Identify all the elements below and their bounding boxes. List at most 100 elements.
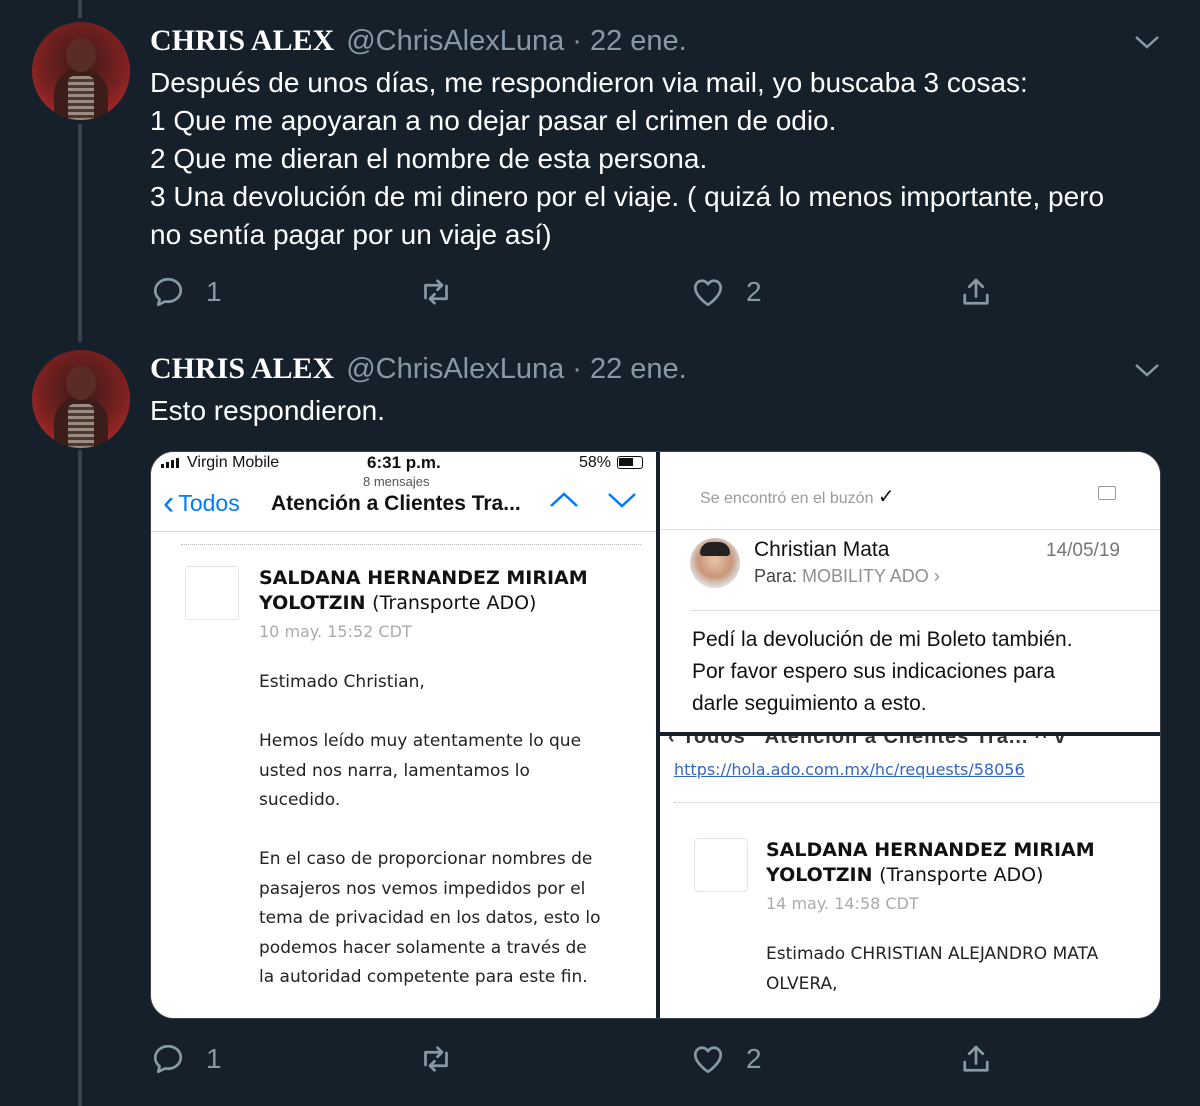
back-button: ‹ Todos	[163, 484, 240, 522]
share-icon	[963, 278, 989, 305]
body-line: Estimado CHRISTIAN ALEJANDRO MATA	[766, 944, 1099, 964]
folder-icon	[1098, 486, 1116, 500]
media-divider-horizontal	[660, 732, 1160, 736]
tweet-line: no sentía pagar por un viaje así)	[150, 219, 552, 250]
like-button[interactable]: 2	[690, 274, 762, 310]
thread-line-middle	[78, 124, 82, 342]
carrier-name: Virgin Mobile	[187, 454, 280, 471]
author-handle[interactable]: @ChrisAlexLuna	[346, 353, 564, 386]
sender-org: (Transporte ADO)	[372, 592, 537, 614]
thread-line-top	[78, 0, 82, 18]
like-button[interactable]: 2	[690, 1041, 762, 1077]
tweet-media[interactable]: Virgin Mobile 6:31 p.m. 58% 8 mensajes ‹…	[150, 451, 1161, 1019]
email-sender: Christian Mata	[754, 538, 890, 561]
tweet-line: Esto respondieron.	[150, 395, 386, 426]
battery-percent: 58%	[579, 454, 612, 471]
sender-name: SALDANA HERNANDEZ MIRIAM YOLOTZIN (Trans…	[766, 838, 1095, 888]
tweet-text: Después de unos días, me respondieron vi…	[150, 64, 1160, 254]
chevron-left-icon: ‹	[163, 484, 175, 522]
retweet-icon	[424, 1046, 448, 1072]
found-label: Se encontró en el buzón ✓	[700, 486, 895, 508]
body-line: podemos hacer solamente a través de	[259, 937, 587, 958]
tweet-timestamp[interactable]: 22 ene.	[590, 353, 687, 386]
thread-nav-arrows	[549, 490, 637, 510]
header-separator: ·	[572, 353, 582, 385]
tweet-text: Esto respondieron.	[150, 392, 1160, 430]
email-date: 14/05/19	[1046, 540, 1120, 561]
tweet-line: 3 Una devolución de mi dinero por el via…	[150, 181, 1105, 212]
author-name[interactable]: CHRIS ALEX	[150, 352, 334, 386]
author-handle[interactable]: @ChrisAlexLuna	[346, 25, 564, 58]
body-line: sucedido.	[259, 790, 341, 810]
avatar[interactable]	[32, 22, 130, 120]
body-line: la autoridad competente para este fin.	[259, 967, 588, 987]
cropped-title: ‹ Todos Atención a Clientes Tra... ^ v	[668, 736, 1067, 748]
email-greeting: Estimado Christian,	[259, 672, 425, 692]
separator-line	[690, 610, 1160, 611]
sender-avatar	[694, 838, 748, 892]
email-body: Estimado CHRISTIAN ALEJANDRO MATA OLVERA…	[766, 940, 1098, 999]
mailbox-row: Se encontró en el buzón ✓	[660, 452, 1160, 530]
sender-name: SALDANA HERNANDEZ MIRIAM YOLOTZIN (Trans…	[259, 566, 588, 616]
sender-name-line1: SALDANA HERNANDEZ MIRIAM	[259, 567, 588, 589]
email-body: Pedí la devolución de mi Boleto también.…	[692, 624, 1132, 720]
chevron-down-icon[interactable]	[1132, 360, 1162, 380]
like-count: 2	[746, 1043, 762, 1074]
avatar	[690, 538, 740, 588]
sender-org: (Transporte ADO)	[879, 864, 1044, 886]
email-screenshot-left: Virgin Mobile 6:31 p.m. 58% 8 mensajes ‹…	[151, 452, 656, 1018]
email-recipient: Para: MOBILITY ADO ›	[754, 566, 940, 587]
share-button[interactable]	[958, 1041, 994, 1077]
tweet-header: CHRIS ALEX @ChrisAlexLuna · 22 ene.	[150, 24, 687, 58]
chevron-right-icon: ›	[933, 566, 940, 586]
body-line: tema de privacidad en los datos, esto lo	[259, 908, 601, 928]
reply-count: 1	[206, 1043, 222, 1074]
heart-icon	[693, 1046, 723, 1074]
thread-line-bottom	[78, 450, 82, 1106]
to-value: MOBILITY ADO	[802, 566, 929, 586]
battery-icon	[617, 456, 643, 469]
signal-icon	[161, 458, 179, 468]
sender-name-line1: SALDANA HERNANDEZ MIRIAM	[766, 839, 1095, 861]
author-name[interactable]: CHRIS ALEX	[150, 24, 334, 58]
back-label: Todos	[178, 489, 240, 516]
sender-name-line2: YOLOTZIN	[766, 864, 873, 886]
email-body: Estimado Christian, Hemos leído muy aten…	[259, 668, 601, 993]
avatar[interactable]	[32, 350, 130, 448]
status-clock: 6:31 p.m.	[367, 453, 441, 472]
tweet-header: CHRIS ALEX @ChrisAlexLuna · 22 ene.	[150, 352, 687, 386]
like-count: 2	[746, 276, 762, 307]
share-icon	[963, 1045, 989, 1072]
to-label: Para:	[754, 566, 798, 586]
tweet-line: Después de unos días, me respondieron vi…	[150, 67, 1028, 98]
body-line: Pedí la devolución de mi Boleto también.	[692, 628, 1073, 651]
retweet-icon	[424, 279, 448, 305]
reply-button[interactable]: 1	[150, 274, 222, 310]
retweet-button[interactable]	[418, 1041, 454, 1077]
chevron-up-icon	[550, 492, 578, 507]
tweet-line: 1 Que me apoyaran a no dejar pasar el cr…	[150, 105, 837, 136]
body-line: OLVERA,	[766, 973, 838, 994]
chevron-down-icon	[608, 493, 636, 508]
body-line: En el caso de proporcionar nombres de	[259, 849, 593, 869]
tweet-line: 2 Que me dieran el nombre de esta person…	[150, 143, 708, 174]
email-date: 14 may. 14:58 CDT	[766, 894, 919, 913]
sender-name-line2: YOLOTZIN	[259, 592, 366, 614]
cropped-nav-bar: ‹ Todos Atención a Clientes Tra... ^ v	[660, 736, 1160, 752]
email-date: 10 may. 15:52 CDT	[259, 622, 412, 641]
retweet-button[interactable]	[418, 274, 454, 310]
reply-count: 1	[206, 276, 222, 307]
mail-nav-bar: ‹ Todos Atención a Clientes Tra...	[151, 484, 656, 532]
body-line: usted nos narra, lamentamos lo	[259, 760, 530, 781]
tweet-timestamp[interactable]: 22 ene.	[590, 25, 687, 58]
body-line: darle seguimiento a esto.	[692, 692, 927, 715]
body-line: Hemos leído muy atentamente lo que	[259, 731, 582, 751]
reply-button[interactable]: 1	[150, 1041, 222, 1077]
thread-title: Atención a Clientes Tra...	[271, 492, 521, 515]
request-link: https://hola.ado.com.mx/hc/requests/5805…	[674, 760, 1025, 779]
share-button[interactable]	[958, 274, 994, 310]
reply-icon	[153, 277, 183, 307]
body-line: pasajeros nos vemos impedidos por el	[259, 878, 586, 899]
separator-line	[674, 802, 1160, 803]
chevron-down-icon[interactable]	[1132, 32, 1162, 52]
